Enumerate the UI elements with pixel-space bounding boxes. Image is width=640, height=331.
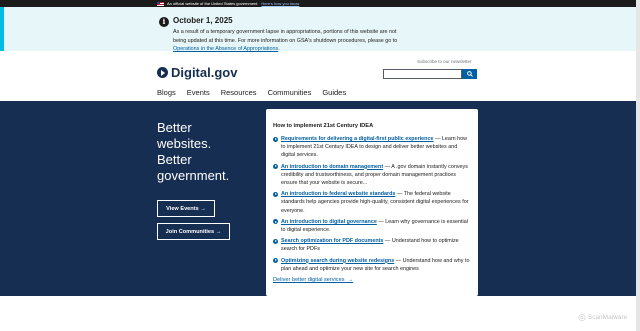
subscribe-link[interactable]: Subscribe to our newsletter [417,59,472,64]
list-item: An introduction to federal website stand… [273,190,471,215]
idea-card: How to implement 21st Century IDEA Requi… [266,109,478,296]
hero-tagline: Better websites. Better government. [157,120,229,184]
tagline-line: government. [157,168,230,183]
scanmalware-logo-icon: ◎ [578,312,586,322]
card-list: Requirements for delivering a digital-fi… [273,135,471,273]
nav-blogs[interactable]: Blogs [157,88,176,97]
item-link[interactable]: Requirements for delivering a digital-fi… [281,136,433,142]
info-icon: i [159,17,169,27]
play-bullet-icon [273,164,278,170]
play-bullet-icon [273,238,278,244]
item-link[interactable]: Optimizing search during website redesig… [281,258,394,264]
nav-events[interactable]: Events [187,88,210,97]
view-events-label: View Events [166,205,199,212]
hero: Better websites. Better government. View… [0,101,636,296]
list-item: An introduction to digital governance — … [273,218,471,234]
arrow-right-icon: → [346,277,354,284]
search-button[interactable] [462,69,477,79]
join-communities-label: Join Communities [165,228,215,235]
watermark-text: ScanMalware [587,314,628,321]
list-item: Requirements for delivering a digital-fi… [273,135,471,160]
view-events-button[interactable]: View Events → [157,200,215,217]
join-communities-button[interactable]: Join Communities → [157,223,230,240]
deliver-services-link[interactable]: Deliver better digital services → [273,277,471,283]
arrow-right-icon: → [214,228,222,235]
main-nav: Blogs Events Resources Communities Guide… [157,88,357,97]
card-title: How to implement 21st Century IDEA [273,123,374,129]
deliver-services-label: Deliver better digital services [273,277,345,284]
play-bullet-icon [273,191,278,197]
item-link[interactable]: Search optimization for PDF documents [281,238,383,244]
search-icon [466,71,473,77]
arrow-right-icon: → [198,205,206,212]
gov-banner: An official website of the United States… [0,0,636,7]
search-form [383,69,477,79]
scrollbar[interactable] [636,0,640,331]
us-flag-icon [157,1,164,6]
page: An official website of the United States… [0,0,636,331]
list-item: Optimizing search during website redesig… [273,257,471,273]
list-item: Search optimization for PDF documents — … [273,237,471,253]
play-bullet-icon [273,219,278,225]
item-link[interactable]: An introduction to federal website stand… [281,191,395,197]
alert-title: October 1, 2025 [173,16,233,25]
tagline-line: websites. [157,136,212,151]
play-bullet-icon [273,258,278,264]
search-input[interactable] [383,69,462,79]
shutdown-alert: i October 1, 2025 As a result of a tempo… [0,7,636,54]
site-logo[interactable]: Digital.gov [157,65,237,80]
list-item: An introduction to domain management — A… [273,163,471,188]
gov-banner-text: An official website of the United States… [167,1,258,6]
item-link[interactable]: An introduction to domain management [281,164,383,170]
watermark: ◎ ScanMalware [578,312,627,323]
heres-how-you-know-link[interactable]: Here's how you know [261,1,299,6]
nav-communities[interactable]: Communities [268,88,312,97]
nav-resources[interactable]: Resources [221,88,257,97]
logo-text: Digital.gov [171,65,238,80]
alert-body-text: As a result of a temporary government la… [173,29,398,44]
tagline-line: Better [157,152,192,167]
tagline-line: Better [157,120,192,135]
play-bullet-icon [273,136,278,142]
alert-body: As a result of a temporary government la… [173,28,398,54]
play-logo-icon [157,67,168,78]
item-link[interactable]: An introduction to digital governance [281,219,377,225]
nav-guides[interactable]: Guides [322,88,346,97]
